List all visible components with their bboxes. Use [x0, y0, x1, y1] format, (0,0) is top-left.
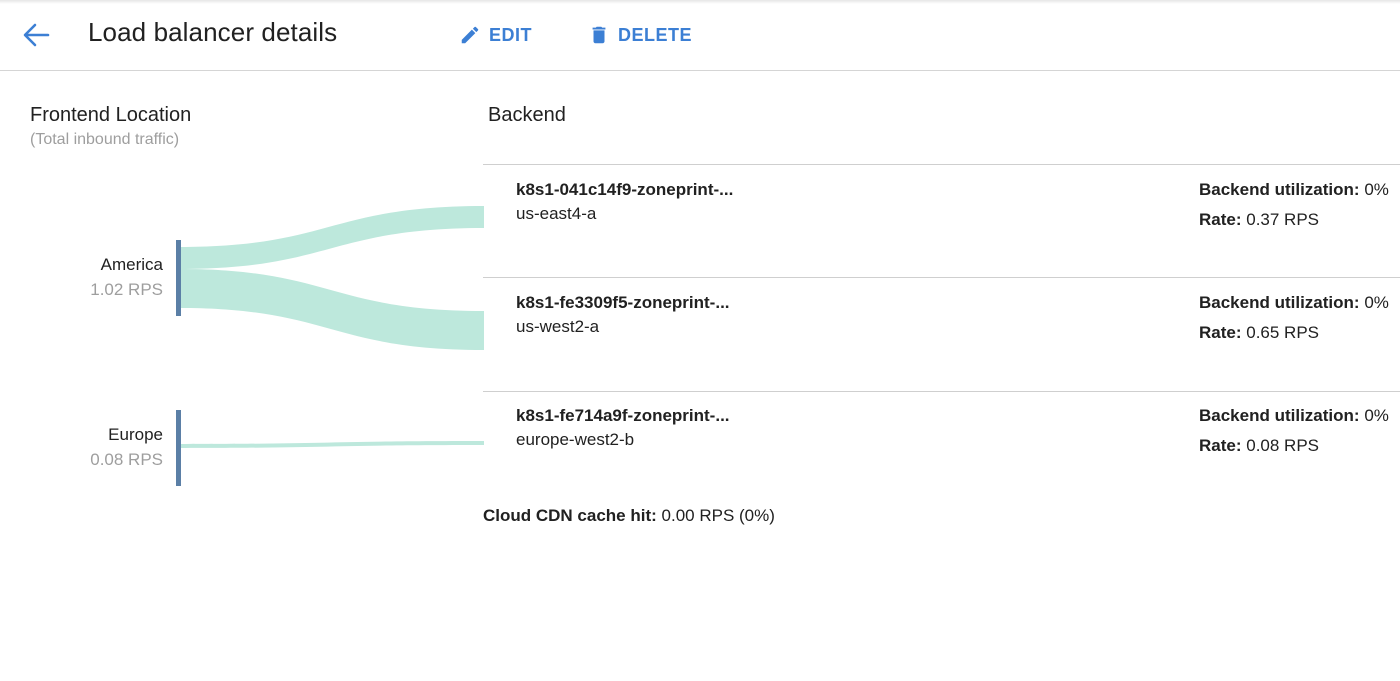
rate-label: Rate: [1199, 436, 1242, 455]
utilization-value: 0% [1364, 406, 1389, 425]
flow-europe-europe-west2 [180, 441, 484, 448]
cdn-value: 0.00 RPS (0%) [661, 506, 775, 525]
region-rate-america: 1.02 RPS [90, 280, 163, 299]
backend-name-3[interactable]: k8s1-fe714a9f-zoneprint-... [516, 406, 730, 426]
backend-zone-3: europe-west2-b [516, 430, 635, 449]
region-name-europe: Europe [108, 425, 163, 444]
backend-rate-2: Rate: 0.65 RPS [1199, 323, 1319, 343]
utilization-label: Backend utilization: [1199, 180, 1360, 199]
backend-divider [483, 277, 1400, 278]
rate-value: 0.37 RPS [1246, 210, 1320, 229]
backend-rate-1: Rate: 0.37 RPS [1199, 210, 1319, 230]
backend-utilization-3: Backend utilization: 0% [1199, 406, 1389, 426]
region-bar-europe [176, 410, 181, 486]
cdn-cache-hit: Cloud CDN cache hit: 0.00 RPS (0%) [483, 506, 775, 526]
rate-label: Rate: [1199, 210, 1242, 229]
backend-zone-2: us-west2-a [516, 317, 600, 336]
rate-value: 0.08 RPS [1246, 436, 1320, 455]
backend-divider [483, 391, 1400, 392]
backend-divider [483, 164, 1400, 165]
utilization-value: 0% [1364, 293, 1389, 312]
backend-utilization-1: Backend utilization: 0% [1199, 180, 1389, 200]
backend-name-1[interactable]: k8s1-041c14f9-zoneprint-... [516, 180, 733, 200]
region-bar-america [176, 240, 181, 316]
utilization-value: 0% [1364, 180, 1389, 199]
backend-rate-3: Rate: 0.08 RPS [1199, 436, 1319, 456]
utilization-label: Backend utilization: [1199, 406, 1360, 425]
backend-zone-1: us-east4-a [516, 204, 597, 223]
region-name-america: America [100, 255, 163, 274]
backend-utilization-2: Backend utilization: 0% [1199, 293, 1389, 313]
utilization-label: Backend utilization: [1199, 293, 1360, 312]
load-balancer-details-page: Load balancer details EDIT DELETE Fronte… [0, 0, 1400, 681]
flow-america-us-east4 [180, 206, 484, 269]
rate-value: 0.65 RPS [1246, 323, 1320, 342]
cdn-label: Cloud CDN cache hit: [483, 506, 657, 525]
traffic-flow-diagram [176, 206, 484, 486]
flow-america-us-west2 [180, 269, 484, 350]
region-rate-europe: 0.08 RPS [90, 450, 163, 469]
backend-name-2[interactable]: k8s1-fe3309f5-zoneprint-... [516, 293, 730, 313]
rate-label: Rate: [1199, 323, 1242, 342]
